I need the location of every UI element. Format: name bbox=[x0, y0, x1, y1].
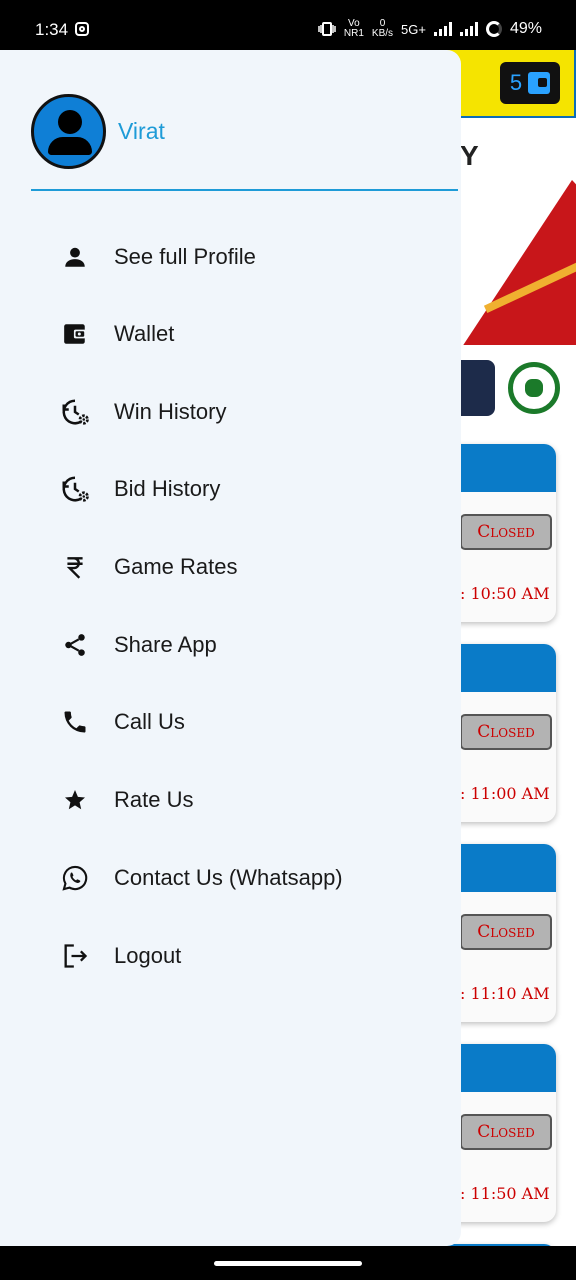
status-bar: 1:34 Vo NR1 0 KB/s 5G+ 49% bbox=[0, 0, 576, 50]
net-speed-unit: KB/s bbox=[371, 28, 394, 39]
divider bbox=[31, 189, 458, 191]
game-time: : 11:00 AM bbox=[460, 784, 550, 803]
game-time: : 10:50 AM bbox=[460, 584, 550, 603]
whatsapp-icon bbox=[60, 863, 90, 893]
menu-item-game-rates[interactable]: Game Rates bbox=[0, 537, 461, 597]
whatsapp-icon[interactable] bbox=[508, 362, 560, 414]
system-nav-bar bbox=[0, 1246, 576, 1280]
navigation-drawer: Virat See full Profile Wallet Win Histor… bbox=[0, 50, 461, 1246]
status-badge: Closed bbox=[460, 1114, 552, 1150]
menu-item-logout[interactable]: Logout bbox=[0, 926, 461, 986]
menu-item-label: Logout bbox=[114, 943, 182, 968]
menu-item-contact-whatsapp[interactable]: Contact Us (Whatsapp) bbox=[0, 848, 461, 908]
battery-percent: 49% bbox=[509, 20, 542, 37]
menu-item-profile[interactable]: See full Profile bbox=[0, 227, 461, 287]
wallet-icon bbox=[528, 72, 551, 94]
person-icon bbox=[60, 242, 90, 272]
menu-item-win-history[interactable]: Win History bbox=[0, 382, 461, 442]
game-time: : 11:50 AM bbox=[460, 1184, 550, 1203]
battery-icon bbox=[485, 21, 502, 37]
username: Virat bbox=[118, 118, 165, 144]
menu-item-label: Rate Us bbox=[114, 787, 194, 812]
game-time: : 11:10 AM bbox=[460, 984, 550, 1003]
avatar-head bbox=[58, 110, 82, 134]
menu-item-share-app[interactable]: Share App bbox=[0, 615, 461, 675]
menu-item-label: Contact Us (Whatsapp) bbox=[114, 865, 343, 890]
instagram-notification-icon bbox=[75, 22, 89, 36]
home-gesture-handle[interactable] bbox=[214, 1261, 362, 1266]
status-icons: Vo NR1 0 KB/s 5G+ 49% bbox=[318, 19, 542, 39]
signal-2-icon bbox=[459, 22, 478, 36]
avatar[interactable] bbox=[31, 94, 106, 169]
status-badge: Closed bbox=[460, 514, 552, 550]
banner-graphic bbox=[460, 180, 576, 345]
volte-bottom: NR1 bbox=[343, 28, 364, 39]
banner-letter: Y bbox=[460, 140, 479, 171]
volte-indicator: Vo NR1 bbox=[344, 19, 364, 39]
menu-item-label: Wallet bbox=[114, 321, 175, 346]
menu-item-label: See full Profile bbox=[114, 244, 256, 269]
menu-item-label: Bid History bbox=[114, 476, 221, 501]
menu-item-rate-us[interactable]: Rate Us bbox=[0, 770, 461, 830]
signal-icon bbox=[433, 22, 452, 36]
history-settings-icon bbox=[60, 474, 90, 504]
avatar-body bbox=[48, 137, 92, 155]
menu-item-wallet[interactable]: Wallet bbox=[0, 304, 461, 364]
status-time: 1:34 bbox=[35, 20, 69, 39]
wallet-balance: 5 bbox=[509, 70, 523, 95]
star-icon bbox=[60, 785, 90, 815]
wallet-balance-chip[interactable]: 5 bbox=[500, 62, 560, 104]
menu-item-label: Win History bbox=[114, 399, 227, 424]
status-badge: Closed bbox=[460, 714, 552, 750]
phone-icon bbox=[60, 707, 90, 737]
net-speed: 0 KB/s bbox=[372, 19, 393, 39]
menu-item-bid-history[interactable]: Bid History bbox=[0, 459, 461, 519]
history-settings-icon bbox=[60, 397, 90, 427]
menu-item-label: Call Us bbox=[114, 709, 185, 734]
network-type: 5G+ bbox=[401, 21, 426, 37]
screen: 1:34 Vo NR1 0 KB/s 5G+ 49% 5 Y Closed: … bbox=[0, 0, 576, 1280]
menu-item-label: Share App bbox=[114, 632, 217, 657]
menu-item-label: Game Rates bbox=[114, 554, 238, 579]
rupee-icon bbox=[60, 552, 90, 582]
logout-icon bbox=[60, 941, 90, 971]
menu-item-call-us[interactable]: Call Us bbox=[0, 692, 461, 752]
share-icon bbox=[60, 630, 90, 660]
vibrate-icon bbox=[318, 22, 336, 36]
wallet-icon bbox=[60, 319, 90, 349]
status-badge: Closed bbox=[460, 914, 552, 950]
